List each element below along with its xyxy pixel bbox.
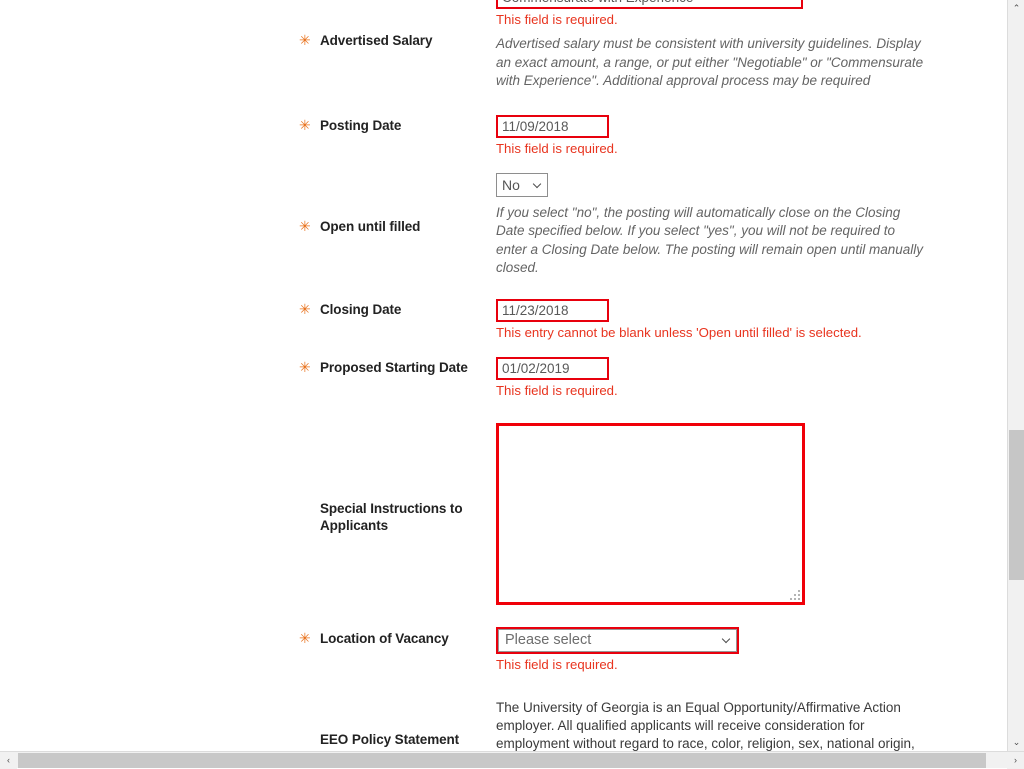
label-cell-special-instructions: Special Instructions to Applicants [0,423,496,534]
field-cell-advertised-salary: This field is required. Advertised salar… [496,0,1007,91]
field-label-open-until-filled: Open until filled [320,218,421,234]
field-cell-open-until-filled: No If you select "no", the posting will … [496,172,1007,278]
required-asterisk-icon: ✳ [299,358,311,375]
vertical-scrollbar-thumb[interactable] [1009,430,1024,580]
form-row-proposed-starting-date: ✳ Proposed Starting Date This field is r… [0,356,1007,399]
field-cell-closing-date: This entry cannot be blank unless 'Open … [496,298,1007,341]
open-until-filled-select[interactable]: No [496,172,548,197]
help-advertised-salary: Advertised salary must be consistent wit… [496,36,924,88]
label-cell-eeo-policy-statement: EEO Policy Statement [0,699,496,748]
required-asterisk-icon: ✳ [299,116,311,133]
field-cell-posting-date: This field is required. [496,114,1007,157]
proposed-starting-date-input[interactable] [496,356,609,380]
required-asterisk-icon: ✳ [299,217,311,234]
label-cell-proposed-starting-date: ✳ Proposed Starting Date [0,357,496,376]
form-row-advertised-salary: ✳ Advertised Salary This field is requir… [0,0,1007,91]
open-until-filled-select-wrap[interactable]: No [496,172,548,197]
field-cell-eeo-policy-statement: The University of Georgia is an Equal Op… [496,699,1007,752]
field-label-closing-date: Closing Date [320,301,402,317]
required-asterisk-icon: ✳ [299,629,311,646]
error-advertised-salary: This field is required. [496,12,618,27]
posting-date-input[interactable] [496,114,609,138]
eeo-policy-statement-text: The University of Georgia is an Equal Op… [496,699,915,751]
form-row-open-until-filled: ✳ Open until filled No If you select "no… [0,172,1007,278]
form-row-location-of-vacancy: ✳ Location of Vacancy Please select This… [0,626,1007,673]
required-asterisk-icon: ✳ [299,300,311,317]
label-cell-advertised-salary: ✳ Advertised Salary [0,0,496,49]
error-posting-date: This field is required. [496,140,618,156]
field-label-proposed-starting-date: Proposed Starting Date [320,359,468,375]
field-cell-location-of-vacancy: Please select This field is required. [496,626,1007,673]
location-of-vacancy-select[interactable]: Please select [498,628,737,652]
help-open-until-filled: If you select "no", the posting will aut… [496,204,923,276]
field-cell-proposed-starting-date: This field is required. [496,356,1007,399]
horizontal-scrollbar[interactable]: ‹ › [0,751,1024,769]
error-closing-date: This entry cannot be blank unless 'Open … [496,324,862,340]
field-label-eeo-policy-statement: EEO Policy Statement [320,731,460,747]
closing-date-input[interactable] [496,298,609,322]
advertised-salary-input[interactable] [496,0,803,9]
field-label-location-of-vacancy: Location of Vacancy [320,630,449,646]
special-instructions-textarea-box[interactable] [496,422,805,605]
field-label-posting-date: Posting Date [320,117,402,133]
label-cell-closing-date: ✳ Closing Date [0,299,496,318]
scroll-left-arrow-icon[interactable]: ‹ [0,752,17,769]
form-row-special-instructions: Special Instructions to Applicants [0,422,1007,605]
form-row-closing-date: ✳ Closing Date This entry cannot be blan… [0,298,1007,341]
required-asterisk-icon: ✳ [299,32,311,48]
label-cell-posting-date: ✳ Posting Date [0,115,496,134]
field-label-advertised-salary: Advertised Salary [320,33,433,48]
scroll-up-arrow-icon[interactable]: ⌃ [1008,0,1024,17]
form-row-eeo-policy-statement: EEO Policy Statement The University of G… [0,699,1007,752]
label-cell-open-until-filled: ✳ Open until filled [0,173,496,235]
form-row-posting-date: ✳ Posting Date This field is required. [0,114,1007,157]
error-proposed-starting-date: This field is required. [496,382,618,398]
error-location-of-vacancy: This field is required. [496,656,618,672]
scroll-down-arrow-icon[interactable]: ⌄ [1008,734,1024,751]
field-cell-special-instructions [496,422,1007,605]
vertical-scrollbar[interactable]: ⌃ ⌄ [1007,0,1024,751]
field-label-special-instructions: Special Instructions to Applicants [320,500,463,533]
special-instructions-textarea[interactable] [499,425,802,602]
location-of-vacancy-error-highlight: Please select [496,626,739,654]
horizontal-scrollbar-thumb[interactable] [18,753,986,768]
label-cell-location-of-vacancy: ✳ Location of Vacancy [0,627,496,647]
location-of-vacancy-select-wrap[interactable]: Please select [498,628,737,652]
form-scroll-viewport: ✳ Advertised Salary This field is requir… [0,0,1007,751]
scroll-right-arrow-icon[interactable]: › [1007,752,1024,769]
form-content: ✳ Advertised Salary This field is requir… [0,0,1007,751]
